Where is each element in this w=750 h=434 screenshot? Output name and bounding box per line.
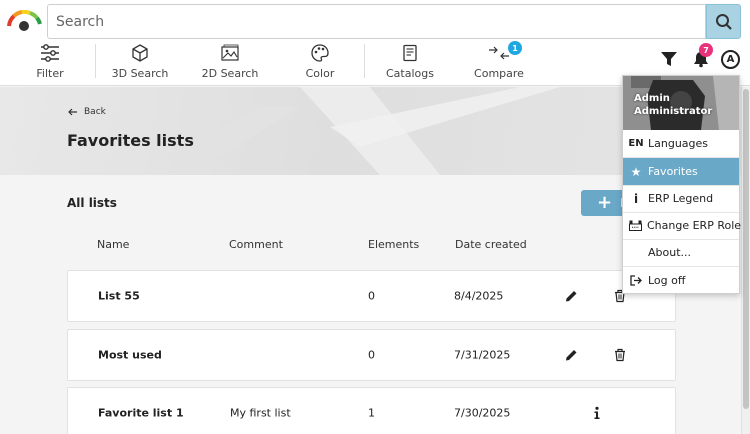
page-scrollbar[interactable] [741,87,750,434]
2d-search-toolbar-button[interactable]: 2D Search [200,42,260,82]
row-name: Favorite list 1 [98,406,184,420]
search-icon [715,13,732,30]
column-header-elements[interactable]: Elements [368,238,419,251]
catalog-book-icon [403,44,417,62]
compare-count-badge: 1 [508,41,522,55]
color-label: Color [305,67,335,80]
row-name: Most used [98,348,162,362]
page-title: Favorites lists [67,131,194,150]
menu-item-languages[interactable]: EN Languages [623,130,739,157]
scrollbar-thumb[interactable] [743,89,749,409]
star-icon: ★ [630,164,642,179]
menu-item-erp-legend[interactable]: i ERP Legend [623,185,739,212]
compare-label: Compare [474,67,524,80]
edit-button[interactable] [565,290,578,303]
user-name-line2: Administrator [634,106,713,117]
funnel-icon [661,52,677,66]
3d-search-label: 3D Search [111,67,169,80]
search-button[interactable] [706,4,741,39]
user-avatar-button[interactable]: A [721,50,740,69]
erp-role-icon [629,220,642,231]
row-date: 7/31/2025 [454,348,511,362]
2d-search-label: 2D Search [201,67,259,80]
sliders-icon [41,44,59,62]
search-input[interactable] [48,5,705,38]
catalogs-label: Catalogs [386,67,434,80]
menu-item-log-off[interactable]: Log off [623,267,739,294]
toolbar-divider [364,44,365,78]
user-display-name: Admin Administrator [634,92,712,118]
row-elements: 0 [368,289,375,303]
image-icon [221,44,239,61]
user-menu-header: Admin Administrator [623,76,739,130]
table-row[interactable]: List 55 0 8/4/2025 [67,270,676,322]
column-header-name[interactable]: Name [97,238,129,251]
logout-icon [630,275,642,286]
plus-icon: + [597,192,613,213]
filter-funnel-button[interactable] [660,50,678,72]
back-link[interactable]: Back [68,107,106,117]
row-elements: 0 [368,348,375,362]
info-icon [594,406,600,419]
filter-toolbar-button[interactable]: Filter [34,42,66,82]
info-icon: i [633,191,639,206]
delete-button[interactable] [614,348,626,362]
table-row[interactable]: Most used 0 7/31/2025 [67,329,676,381]
menu-item-label: Change ERP Role [647,219,742,232]
info-button[interactable] [593,406,601,420]
row-date: 8/4/2025 [454,289,504,303]
row-elements: 1 [368,406,375,420]
row-comment: My first list [230,406,291,420]
arrow-left-icon [68,108,77,116]
user-name-line1: Admin [634,93,670,104]
compare-arrows-icon [489,46,509,60]
menu-item-label: Favorites [648,165,698,178]
notifications-count-badge: 7 [699,43,713,57]
menu-item-favorites[interactable]: ★ Favorites [623,158,739,185]
palette-icon [311,44,329,62]
cube-icon [132,44,148,62]
catalogs-toolbar-button[interactable]: Catalogs [384,42,436,82]
3d-search-toolbar-button[interactable]: 3D Search [110,42,170,82]
app-header: Filter 3D Search 2D Search [0,0,750,86]
filter-label: Filter [36,67,64,80]
pencil-icon [566,350,577,361]
search-box [47,4,706,39]
app-logo-icon[interactable] [6,10,42,32]
column-header-comment[interactable]: Comment [229,238,283,251]
color-toolbar-button[interactable]: Color [300,42,340,82]
row-date: 7/30/2025 [454,406,511,420]
trash-icon [615,348,625,362]
menu-item-label: Log off [648,274,686,287]
table-row[interactable]: Favorite list 1 My first list 1 7/30/202… [67,387,676,434]
language-en-icon: EN [628,138,644,149]
edit-button[interactable] [565,349,578,362]
menu-item-about[interactable]: About... [623,239,739,266]
menu-item-label: ERP Legend [648,192,714,205]
pencil-icon [566,291,577,302]
column-header-date-created[interactable]: Date created [455,238,527,251]
section-title: All lists [67,196,117,210]
toolbar-divider [95,44,96,78]
row-name: List 55 [98,289,140,303]
menu-item-label: Languages [648,137,709,150]
menu-item-label: About... [648,246,692,259]
menu-item-change-erp-role[interactable]: Change ERP Role [623,212,742,239]
back-label: Back [84,107,106,117]
user-menu: Admin Administrator EN Languages ★ Favor… [622,75,742,294]
